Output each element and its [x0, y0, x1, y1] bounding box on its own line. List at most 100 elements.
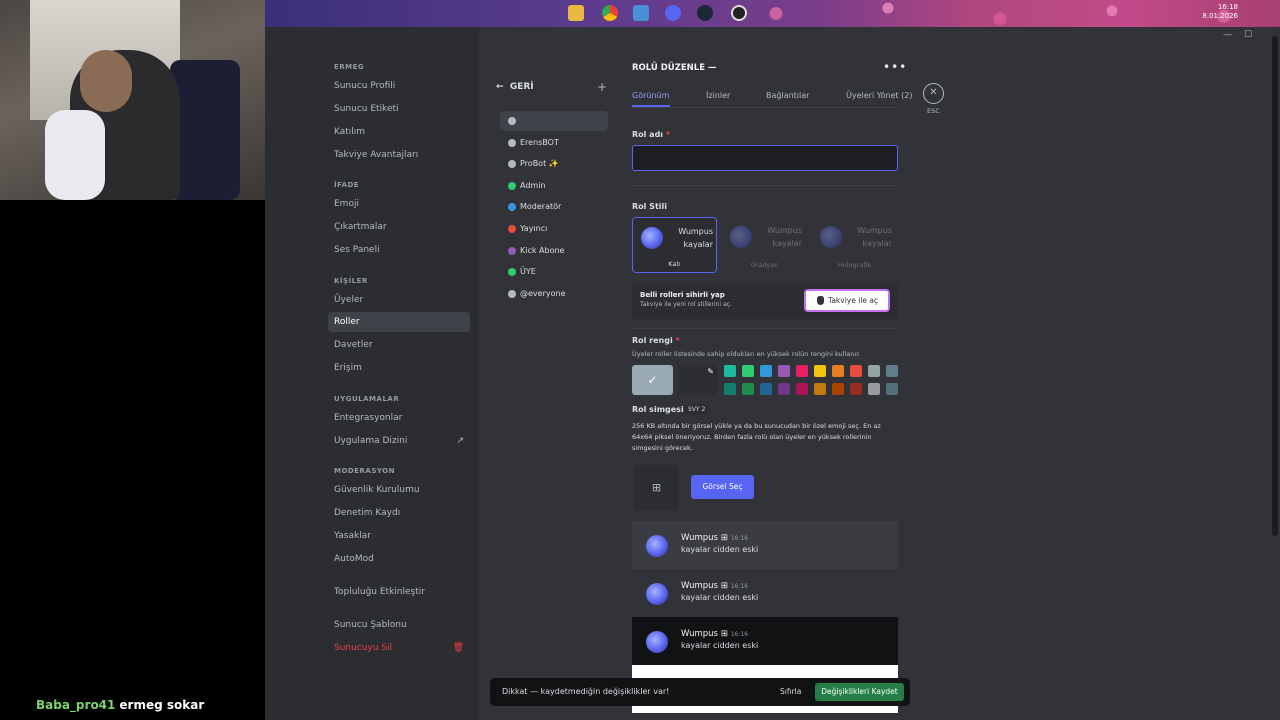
- preview-message: kayalar cidden eski: [681, 641, 759, 650]
- role-list-item[interactable]: Kick Abone: [500, 241, 608, 261]
- color-swatch[interactable]: [832, 383, 844, 395]
- style-card-gradient[interactable]: Wumpus kayalar Gradyan: [722, 217, 807, 273]
- sidebar-item-server-template[interactable]: Sunucu Şablonu: [328, 615, 470, 635]
- sidebar-item-boost-perks[interactable]: Takviye Avantajları: [328, 145, 470, 165]
- color-swatch[interactable]: [814, 383, 826, 395]
- sidebar-item-roles[interactable]: Roller: [328, 312, 470, 332]
- role-color-dot: [508, 225, 516, 233]
- sidebar-item-label: Sunucuyu Sil: [334, 643, 393, 653]
- reset-button[interactable]: Sıfırla: [780, 687, 801, 696]
- tab-links[interactable]: Bağlantılar: [766, 91, 809, 100]
- sidebar-item-safety-setup[interactable]: Güvenlik Kurulumu: [328, 480, 470, 500]
- back-button[interactable]: ← GERİ: [496, 82, 534, 92]
- color-swatch[interactable]: [886, 365, 898, 377]
- add-role-button[interactable]: +: [597, 80, 607, 94]
- unsaved-warning: Dikkat — kaydetmediğin değişiklikler var…: [502, 687, 670, 696]
- sidebar-item-stickers[interactable]: Çıkartmalar: [328, 217, 470, 237]
- color-swatch[interactable]: [724, 383, 736, 395]
- role-preview-message: Wumpus ⊞ 16:16 kayalar cidden eski: [632, 617, 898, 665]
- role-color-dot: [508, 289, 516, 298]
- section-title: İFADE: [334, 181, 360, 189]
- role-name: Moderatör: [520, 202, 562, 212]
- role-list-item[interactable]: Moderatör: [500, 197, 608, 217]
- role-list-item[interactable]: Yayıncı: [500, 219, 608, 239]
- color-swatch[interactable]: [832, 365, 844, 377]
- role-name: Admin: [520, 180, 546, 190]
- folder-icon[interactable]: [568, 5, 584, 21]
- custom-color-picker[interactable]: ✎: [678, 365, 718, 395]
- maximize-icon[interactable]: ☐: [1244, 30, 1252, 40]
- preview-time: 16:16: [730, 583, 749, 590]
- role-color-dot: [508, 181, 516, 190]
- more-options-icon[interactable]: •••: [883, 60, 907, 74]
- color-swatch[interactable]: [760, 383, 772, 395]
- image-add-icon[interactable]: ⊞: [634, 465, 679, 510]
- sidebar-item-app-directory[interactable]: Uygulama Dizini ↗: [328, 431, 470, 451]
- clock[interactable]: 16:18 8.01.2026: [1202, 3, 1238, 21]
- sidebar-item-invites[interactable]: Davetler: [328, 335, 470, 355]
- sidebar-item-emoji[interactable]: Emoji: [328, 194, 470, 214]
- color-swatch[interactable]: [868, 383, 880, 395]
- tab-display[interactable]: Görünüm: [632, 91, 669, 100]
- sidebar-item-server-profile[interactable]: Sunucu Profili: [328, 76, 470, 96]
- sidebar-item-audit-log[interactable]: Denetim Kaydı: [328, 503, 470, 523]
- chrome-icon[interactable]: [602, 5, 618, 21]
- close-button[interactable]: ✕: [923, 83, 944, 104]
- role-color-dot: [508, 160, 516, 169]
- section-title: UYGULAMALAR: [334, 395, 400, 403]
- choose-image-button[interactable]: Görsel Seç: [691, 475, 754, 499]
- tab-permissions[interactable]: İzinler: [706, 91, 730, 100]
- color-swatch[interactable]: [742, 365, 754, 377]
- color-swatch[interactable]: [778, 365, 790, 377]
- role-style-label: Rol Stili: [632, 202, 667, 211]
- role-list-item[interactable]: [500, 111, 608, 131]
- role-list-item[interactable]: Admin: [500, 176, 608, 196]
- role-list-item[interactable]: ErensBOT: [500, 133, 608, 153]
- role-list-item[interactable]: @everyone: [500, 284, 608, 304]
- sidebar-item-delete-server[interactable]: Sunucuyu Sil 🗑: [328, 638, 470, 658]
- color-swatch[interactable]: [850, 365, 862, 377]
- minimize-icon[interactable]: —: [1223, 30, 1232, 40]
- role-name-input[interactable]: [632, 145, 898, 171]
- sidebar-item-members[interactable]: Üyeler: [328, 290, 470, 310]
- color-swatch[interactable]: [778, 383, 790, 395]
- app-icon[interactable]: [633, 5, 649, 21]
- color-swatch[interactable]: [760, 365, 772, 377]
- sidebar-item-enable-community[interactable]: Topluluğu Etkinleştir: [328, 582, 470, 602]
- color-swatch[interactable]: [796, 383, 808, 395]
- sidebar-item-bans[interactable]: Yasaklar: [328, 526, 470, 546]
- preview-username: Wumpus: [681, 581, 718, 591]
- tab-manage-members[interactable]: Üyeleri Yönet (2): [846, 91, 912, 100]
- role-preview-message: Wumpus ⊞ 16:16 kayalar cidden eski: [632, 569, 898, 617]
- scrollbar[interactable]: [1272, 36, 1278, 536]
- steam-icon[interactable]: [697, 5, 713, 21]
- style-card-solid[interactable]: Wumpus kayalar Katı: [632, 217, 717, 273]
- sidebar-item-server-tag[interactable]: Sunucu Etiketi: [328, 99, 470, 119]
- role-name: @everyone: [520, 288, 566, 298]
- color-swatch[interactable]: [796, 365, 808, 377]
- role-name: Yayıncı: [520, 224, 548, 233]
- boost-unlock-button[interactable]: Takviye ile aç: [804, 289, 890, 312]
- color-swatch[interactable]: [742, 383, 754, 395]
- obs-icon[interactable]: [731, 5, 747, 21]
- sidebar-item-automod[interactable]: AutoMod: [328, 549, 470, 569]
- color-swatch[interactable]: [868, 365, 880, 377]
- color-swatch[interactable]: [886, 383, 898, 395]
- sidebar-item-access[interactable]: Erişim: [328, 358, 470, 378]
- color-swatch[interactable]: [814, 365, 826, 377]
- sidebar-item-onboarding[interactable]: Katılım: [328, 122, 470, 142]
- default-color-swatch[interactable]: ✓: [632, 365, 673, 395]
- color-swatch[interactable]: [850, 383, 862, 395]
- color-swatch[interactable]: [724, 365, 736, 377]
- section-title: KİŞİLER: [334, 277, 368, 285]
- screen: 16:18 8.01.2026 ERMEG Sunucu Profili Sunu…: [0, 0, 1280, 720]
- save-changes-button[interactable]: Değişiklikleri Kaydet: [815, 683, 904, 701]
- sidebar-item-integrations[interactable]: Entegrasyonlar: [328, 408, 470, 428]
- style-card-holographic[interactable]: Wumpus kayalar Holografik: [812, 217, 897, 273]
- avatar: [646, 631, 668, 653]
- discord-icon[interactable]: [665, 5, 681, 21]
- stream-chat-message: Baba_pro41 ermeg sokar: [36, 698, 204, 712]
- role-list-item[interactable]: ProBot ✨: [500, 154, 608, 174]
- sidebar-item-soundboard[interactable]: Ses Paneli: [328, 240, 470, 260]
- role-list-item[interactable]: ÜYE: [500, 262, 608, 282]
